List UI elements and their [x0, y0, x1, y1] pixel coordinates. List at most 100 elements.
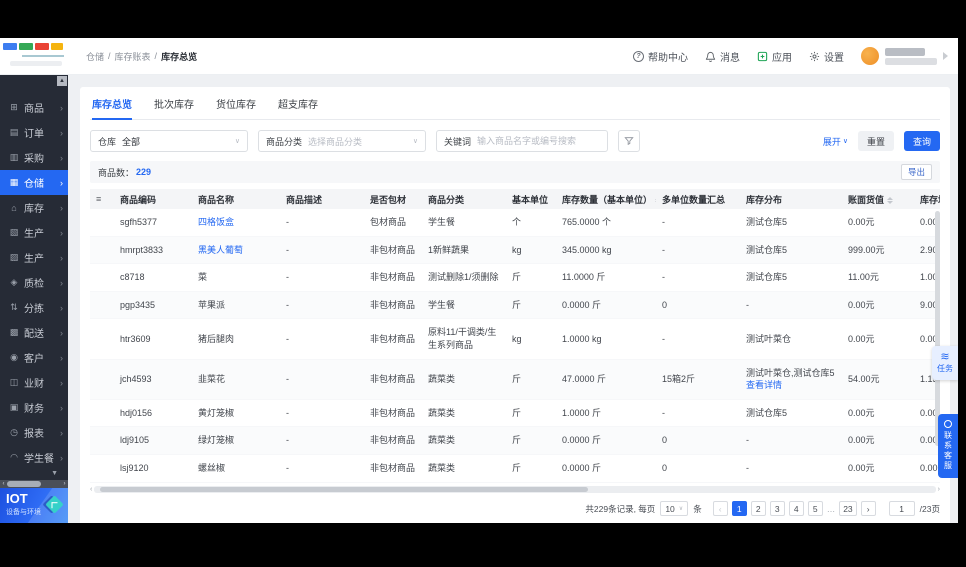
search-button[interactable]: 查询	[903, 131, 940, 151]
chevron-right-icon: ›	[60, 452, 63, 463]
messages-button[interactable]: 消息	[705, 49, 740, 64]
cell-desc: -	[280, 209, 364, 237]
cell-unit: 斤	[506, 399, 556, 428]
iot-panel[interactable]: IOT 设备与环境	[0, 488, 68, 523]
export-button[interactable]: 导出	[900, 164, 932, 180]
breadcrumb-item[interactable]: 仓储	[86, 50, 104, 63]
cell-unit: 斤	[506, 359, 556, 400]
apps-button[interactable]: 应用	[757, 49, 792, 64]
breadcrumb-item[interactable]: 库存账表	[115, 50, 151, 63]
page-button-1[interactable]: 1	[731, 501, 747, 517]
product-name-link[interactable]: 黑美人葡萄	[198, 245, 243, 255]
settings-button[interactable]: 设置	[809, 49, 844, 64]
cell-value: 0.00元	[842, 399, 914, 428]
keyword-input[interactable]	[477, 136, 600, 146]
column-header-dist: 库存分布	[740, 189, 842, 209]
tab-库存总览[interactable]: 库存总览	[92, 87, 132, 120]
page-ellipsis[interactable]: …	[827, 504, 836, 514]
page-button-4[interactable]: 4	[788, 501, 804, 517]
top-actions: ? 帮助中心 消息 应用 设置	[633, 47, 958, 65]
expand-filters-link[interactable]: 展开 ∨	[823, 135, 848, 148]
page-button-5[interactable]: 5	[807, 501, 823, 517]
table-row: c8718 菜 - 非包材商品 测试删除1/须删除斤 11.0000 斤 - 测试仓库5 11.…	[90, 263, 940, 292]
sidebar-scroll-up-icon[interactable]: ▲	[57, 76, 67, 86]
sidebar-item-inventory[interactable]: ⌂ 库存 ›	[0, 195, 68, 220]
sidebar-item-label: 质检	[24, 279, 44, 290]
sort-carets-icon[interactable]	[655, 196, 656, 204]
row-handle-cell	[90, 209, 114, 237]
product-count-label: 商品数：	[98, 167, 135, 178]
user-account[interactable]	[861, 47, 948, 65]
chevron-down-icon: ∨	[412, 138, 418, 145]
filter-funnel-button[interactable]	[618, 130, 640, 152]
sidebar-item-reports[interactable]: ◷ 报表 ›	[0, 420, 68, 445]
sidebar-item-customers[interactable]: ◉ 客户 ›	[0, 345, 68, 370]
logo-underline	[22, 55, 64, 57]
sidebar-scroll-down-icon[interactable]: ▼	[0, 470, 68, 480]
sidebar-item-label: 采购	[24, 154, 44, 165]
sort-carets-icon[interactable]	[887, 196, 894, 204]
tab-货位库存[interactable]: 货位库存	[216, 87, 256, 119]
breadcrumb: 仓储 / 库存账表 / 库存总览	[86, 50, 197, 63]
cell-unit: 个	[506, 209, 556, 237]
sidebar-item-quality[interactable]: ◈ 质检 ›	[0, 270, 68, 295]
sidebar-item-goods[interactable]: ⊞ 商品 ›	[0, 95, 68, 120]
cell-multi: -	[656, 263, 740, 292]
sidebar-item-label: 生产	[24, 254, 44, 265]
sidebar-horizontal-scrollbar[interactable]: ‹ ›	[0, 480, 68, 488]
cell-dist: -	[740, 291, 842, 320]
screenshot-stage: 仓储 / 库存账表 / 库存总览 ? 帮助中心 消息 应用 设置 ▲ ⊞ 商品 …	[0, 0, 966, 567]
scrollbar-thumb[interactable]	[7, 481, 41, 487]
cell-code: c8718	[114, 263, 192, 292]
sidebar-item-business-finance[interactable]: ◫ 业财 ›	[0, 370, 68, 395]
page-button-2[interactable]: 2	[750, 501, 766, 517]
tab-批次库存[interactable]: 批次库存	[154, 87, 194, 119]
page-button-23[interactable]: 23	[839, 501, 857, 517]
main-content: 库存总览 批次库存 货位库存 超支库存 仓库 全部 ∨ 商品分类 选择商品分类 ∨	[68, 75, 958, 523]
page-button-3[interactable]: 3	[769, 501, 785, 517]
sidebar-item-orders[interactable]: ▤ 订单 ›	[0, 120, 68, 145]
page-jump-input[interactable]	[888, 501, 915, 517]
cell-cat: 测试删除1/须删除	[422, 263, 506, 292]
chevron-down-icon: ∨	[234, 138, 240, 145]
sidebar-item-production-2[interactable]: ▨ 生产 ›	[0, 245, 68, 270]
scrollbar-thumb[interactable]	[100, 486, 589, 492]
product-name-link[interactable]: 四格饭盒	[198, 217, 234, 227]
chevron-right-icon: ›	[60, 277, 63, 288]
sidebar-item-finance[interactable]: ▣ 财务 ›	[0, 395, 68, 420]
cell-multi: 0	[656, 426, 740, 455]
scroll-left-arrow-icon[interactable]: ‹	[0, 481, 7, 487]
scroll-right-arrow-icon[interactable]: ›	[938, 486, 940, 493]
tab-超支库存[interactable]: 超支库存	[278, 87, 318, 119]
sidebar-item-production-1[interactable]: ▧ 生产 ›	[0, 220, 68, 245]
cell-code: sgfh5377	[114, 209, 192, 237]
app-logo	[0, 38, 68, 74]
inventory-table-wrap: ≡ 商品编码 商品名称 商品描述 是否包材 商品分类 基本单位 库存数量（基本单位） 多单位数…	[90, 189, 940, 483]
sidebar-item-delivery[interactable]: ▩ 配送 ›	[0, 320, 68, 345]
sidebar-item-warehouse[interactable]: ▦ 仓储 ›	[0, 170, 68, 195]
reset-button[interactable]: 重置	[857, 131, 894, 151]
cell-desc: -	[280, 263, 364, 292]
column-settings-icon[interactable]: ≡	[96, 194, 101, 204]
warehouse-select[interactable]: 仓库 全部 ∨	[90, 130, 248, 152]
tasks-float-button[interactable]: ≋ 任务	[932, 346, 958, 380]
column-header-multi: 多单位数量汇总	[656, 189, 740, 209]
scroll-left-arrow-icon[interactable]: ‹	[90, 486, 92, 493]
category-select[interactable]: 商品分类 选择商品分类 ∨	[258, 130, 426, 152]
next-page-button[interactable]: ›	[860, 501, 876, 517]
summary-bar: 商品数： 229 导出	[90, 161, 940, 183]
contact-support-float-button[interactable]: 联系客服	[938, 414, 958, 478]
view-details-link[interactable]: 查看详情	[746, 380, 782, 390]
username-redacted	[885, 47, 937, 65]
prev-page-button[interactable]: ‹	[712, 501, 728, 517]
sidebar-item-purchase[interactable]: ▥ 采购 ›	[0, 145, 68, 170]
sidebar-item-sorting[interactable]: ⇅ 分拣 ›	[0, 295, 68, 320]
cell-dist: 测试仓库5	[740, 263, 842, 292]
sidebar-item-student-meals[interactable]: ◠ 学生餐 ›	[0, 445, 68, 470]
funnel-icon	[624, 137, 634, 146]
help-center-button[interactable]: ? 帮助中心	[633, 49, 688, 64]
scrollbar-thumb[interactable]	[935, 211, 940, 447]
scroll-right-arrow-icon[interactable]: ›	[61, 481, 68, 487]
grid-icon: ⊞	[10, 102, 18, 112]
page-size-select[interactable]: 10 ∨	[660, 501, 689, 517]
